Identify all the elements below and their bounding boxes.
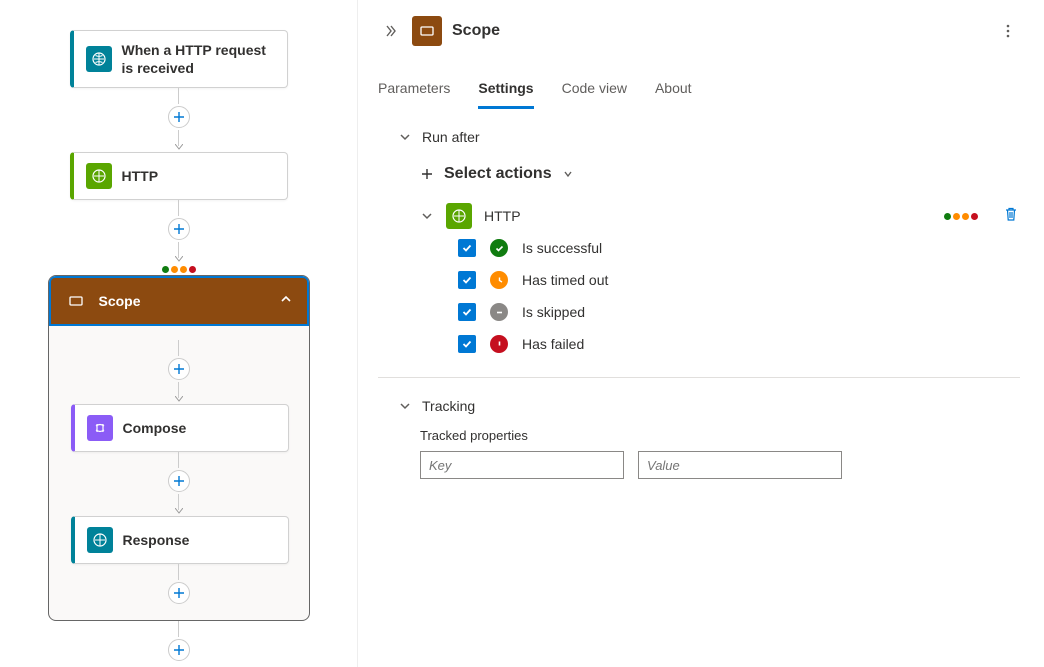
checkbox[interactable] (458, 335, 476, 353)
tracked-value-input[interactable] (638, 451, 842, 479)
connector (0, 200, 357, 275)
more-menu-button[interactable] (996, 19, 1020, 43)
chevron-down-icon (398, 399, 412, 413)
chevron-down-icon (398, 130, 412, 144)
add-step-button[interactable] (168, 582, 190, 604)
minus-icon (490, 303, 508, 321)
tracking-header[interactable]: Tracking (398, 398, 1020, 414)
tracking-title: Tracking (422, 398, 475, 414)
condition-skipped: Is skipped (458, 303, 1020, 321)
http-request-icon (86, 46, 112, 72)
runafter-action-item: HTTP Is successful (398, 191, 1020, 357)
collapse-panel-button[interactable] (378, 19, 402, 43)
add-step-button[interactable] (168, 218, 190, 240)
scope-icon (412, 16, 442, 46)
trigger-label: When a HTTP request is received (122, 41, 275, 77)
response-node[interactable]: Response (71, 516, 289, 564)
condition-failed: Has failed (458, 335, 1020, 353)
add-step-button[interactable] (168, 358, 190, 380)
clock-icon (490, 271, 508, 289)
condition-success: Is successful (458, 239, 1020, 257)
chevron-down-icon (562, 168, 574, 180)
scope-icon (65, 290, 87, 312)
tracked-key-input[interactable] (420, 451, 624, 479)
tab-about[interactable]: About (655, 80, 692, 109)
run-after-status-dots (944, 213, 978, 220)
add-step-button[interactable] (168, 106, 190, 128)
tab-codeview[interactable]: Code view (562, 80, 627, 109)
panel-header: Scope (378, 12, 1020, 54)
workflow-canvas[interactable]: When a HTTP request is received HTTP (0, 0, 358, 667)
compose-label: Compose (123, 419, 187, 437)
compose-icon (87, 415, 113, 441)
select-actions-button[interactable]: Select actions (398, 145, 1020, 191)
scope-header[interactable]: Scope (49, 276, 309, 326)
response-label: Response (123, 531, 190, 549)
tab-settings[interactable]: Settings (478, 80, 533, 109)
connector (168, 340, 190, 404)
http-label: HTTP (122, 167, 159, 185)
chevron-up-icon (279, 292, 293, 311)
tracked-properties-label: Tracked properties (420, 428, 1020, 443)
scope-container: Scope Compose (48, 275, 310, 621)
chevron-down-icon[interactable] (420, 209, 434, 223)
condition-label: Is successful (522, 240, 602, 256)
condition-label: Has failed (522, 336, 584, 352)
checkbox[interactable] (458, 303, 476, 321)
trigger-node[interactable]: When a HTTP request is received (70, 30, 288, 88)
runafter-header[interactable]: Run after (398, 129, 1020, 145)
select-actions-label: Select actions (444, 165, 552, 183)
error-icon (490, 335, 508, 353)
http-icon (446, 203, 472, 229)
checkbox[interactable] (458, 239, 476, 257)
http-node[interactable]: HTTP (70, 152, 288, 200)
delete-button[interactable] (1002, 205, 1020, 228)
connector (0, 621, 357, 663)
runafter-action-label: HTTP (484, 208, 932, 224)
details-panel: Scope Parameters Settings Code view Abou… (358, 0, 1044, 667)
panel-title: Scope (452, 22, 986, 40)
success-icon (490, 239, 508, 257)
add-step-button[interactable] (168, 470, 190, 492)
scope-label: Scope (99, 292, 267, 310)
tracking-section: Tracking Tracked properties (378, 378, 1020, 519)
response-icon (87, 527, 113, 553)
connector (0, 88, 357, 152)
condition-label: Is skipped (522, 304, 585, 320)
checkbox[interactable] (458, 271, 476, 289)
connector (168, 564, 190, 606)
add-step-button[interactable] (168, 639, 190, 661)
tab-parameters[interactable]: Parameters (378, 80, 450, 109)
condition-timeout: Has timed out (458, 271, 1020, 289)
connector (168, 452, 190, 516)
tabs: Parameters Settings Code view About (378, 54, 1020, 109)
run-after-status-dots (162, 266, 196, 273)
plus-icon (420, 167, 434, 181)
condition-label: Has timed out (522, 272, 608, 288)
http-icon (86, 163, 112, 189)
compose-node[interactable]: Compose (71, 404, 289, 452)
runafter-title: Run after (422, 129, 480, 145)
runafter-section: Run after Select actions HTTP (378, 109, 1020, 378)
